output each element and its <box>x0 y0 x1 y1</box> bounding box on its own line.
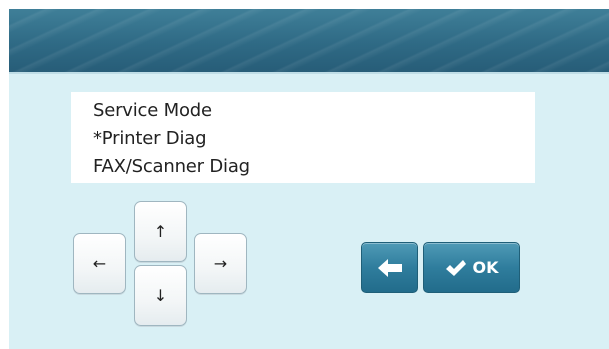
left-arrow-button[interactable]: ← <box>73 233 126 294</box>
ok-button-label: OK <box>472 258 499 277</box>
menu-item-service-mode[interactable]: Service Mode <box>93 100 212 121</box>
header-bar <box>9 9 609 74</box>
menu-list: Service Mode *Printer Diag FAX/Scanner D… <box>71 92 535 183</box>
back-button[interactable] <box>361 242 418 293</box>
left-arrow-icon: ← <box>92 254 107 273</box>
ok-button[interactable]: OK <box>423 242 520 293</box>
menu-item-printer-diag[interactable]: *Printer Diag <box>93 128 207 149</box>
service-screen: Service Mode *Printer Diag FAX/Scanner D… <box>9 9 609 349</box>
right-arrow-button[interactable]: → <box>194 233 247 294</box>
back-arrow-icon <box>377 258 402 277</box>
down-arrow-button[interactable]: ↓ <box>134 265 187 326</box>
up-arrow-icon: ↑ <box>153 222 168 241</box>
menu-item-fax-scanner-diag[interactable]: FAX/Scanner Diag <box>93 156 250 177</box>
up-arrow-button[interactable]: ↑ <box>134 201 187 262</box>
down-arrow-icon: ↓ <box>153 286 168 305</box>
right-arrow-icon: → <box>213 254 228 273</box>
checkmark-icon <box>445 259 466 276</box>
